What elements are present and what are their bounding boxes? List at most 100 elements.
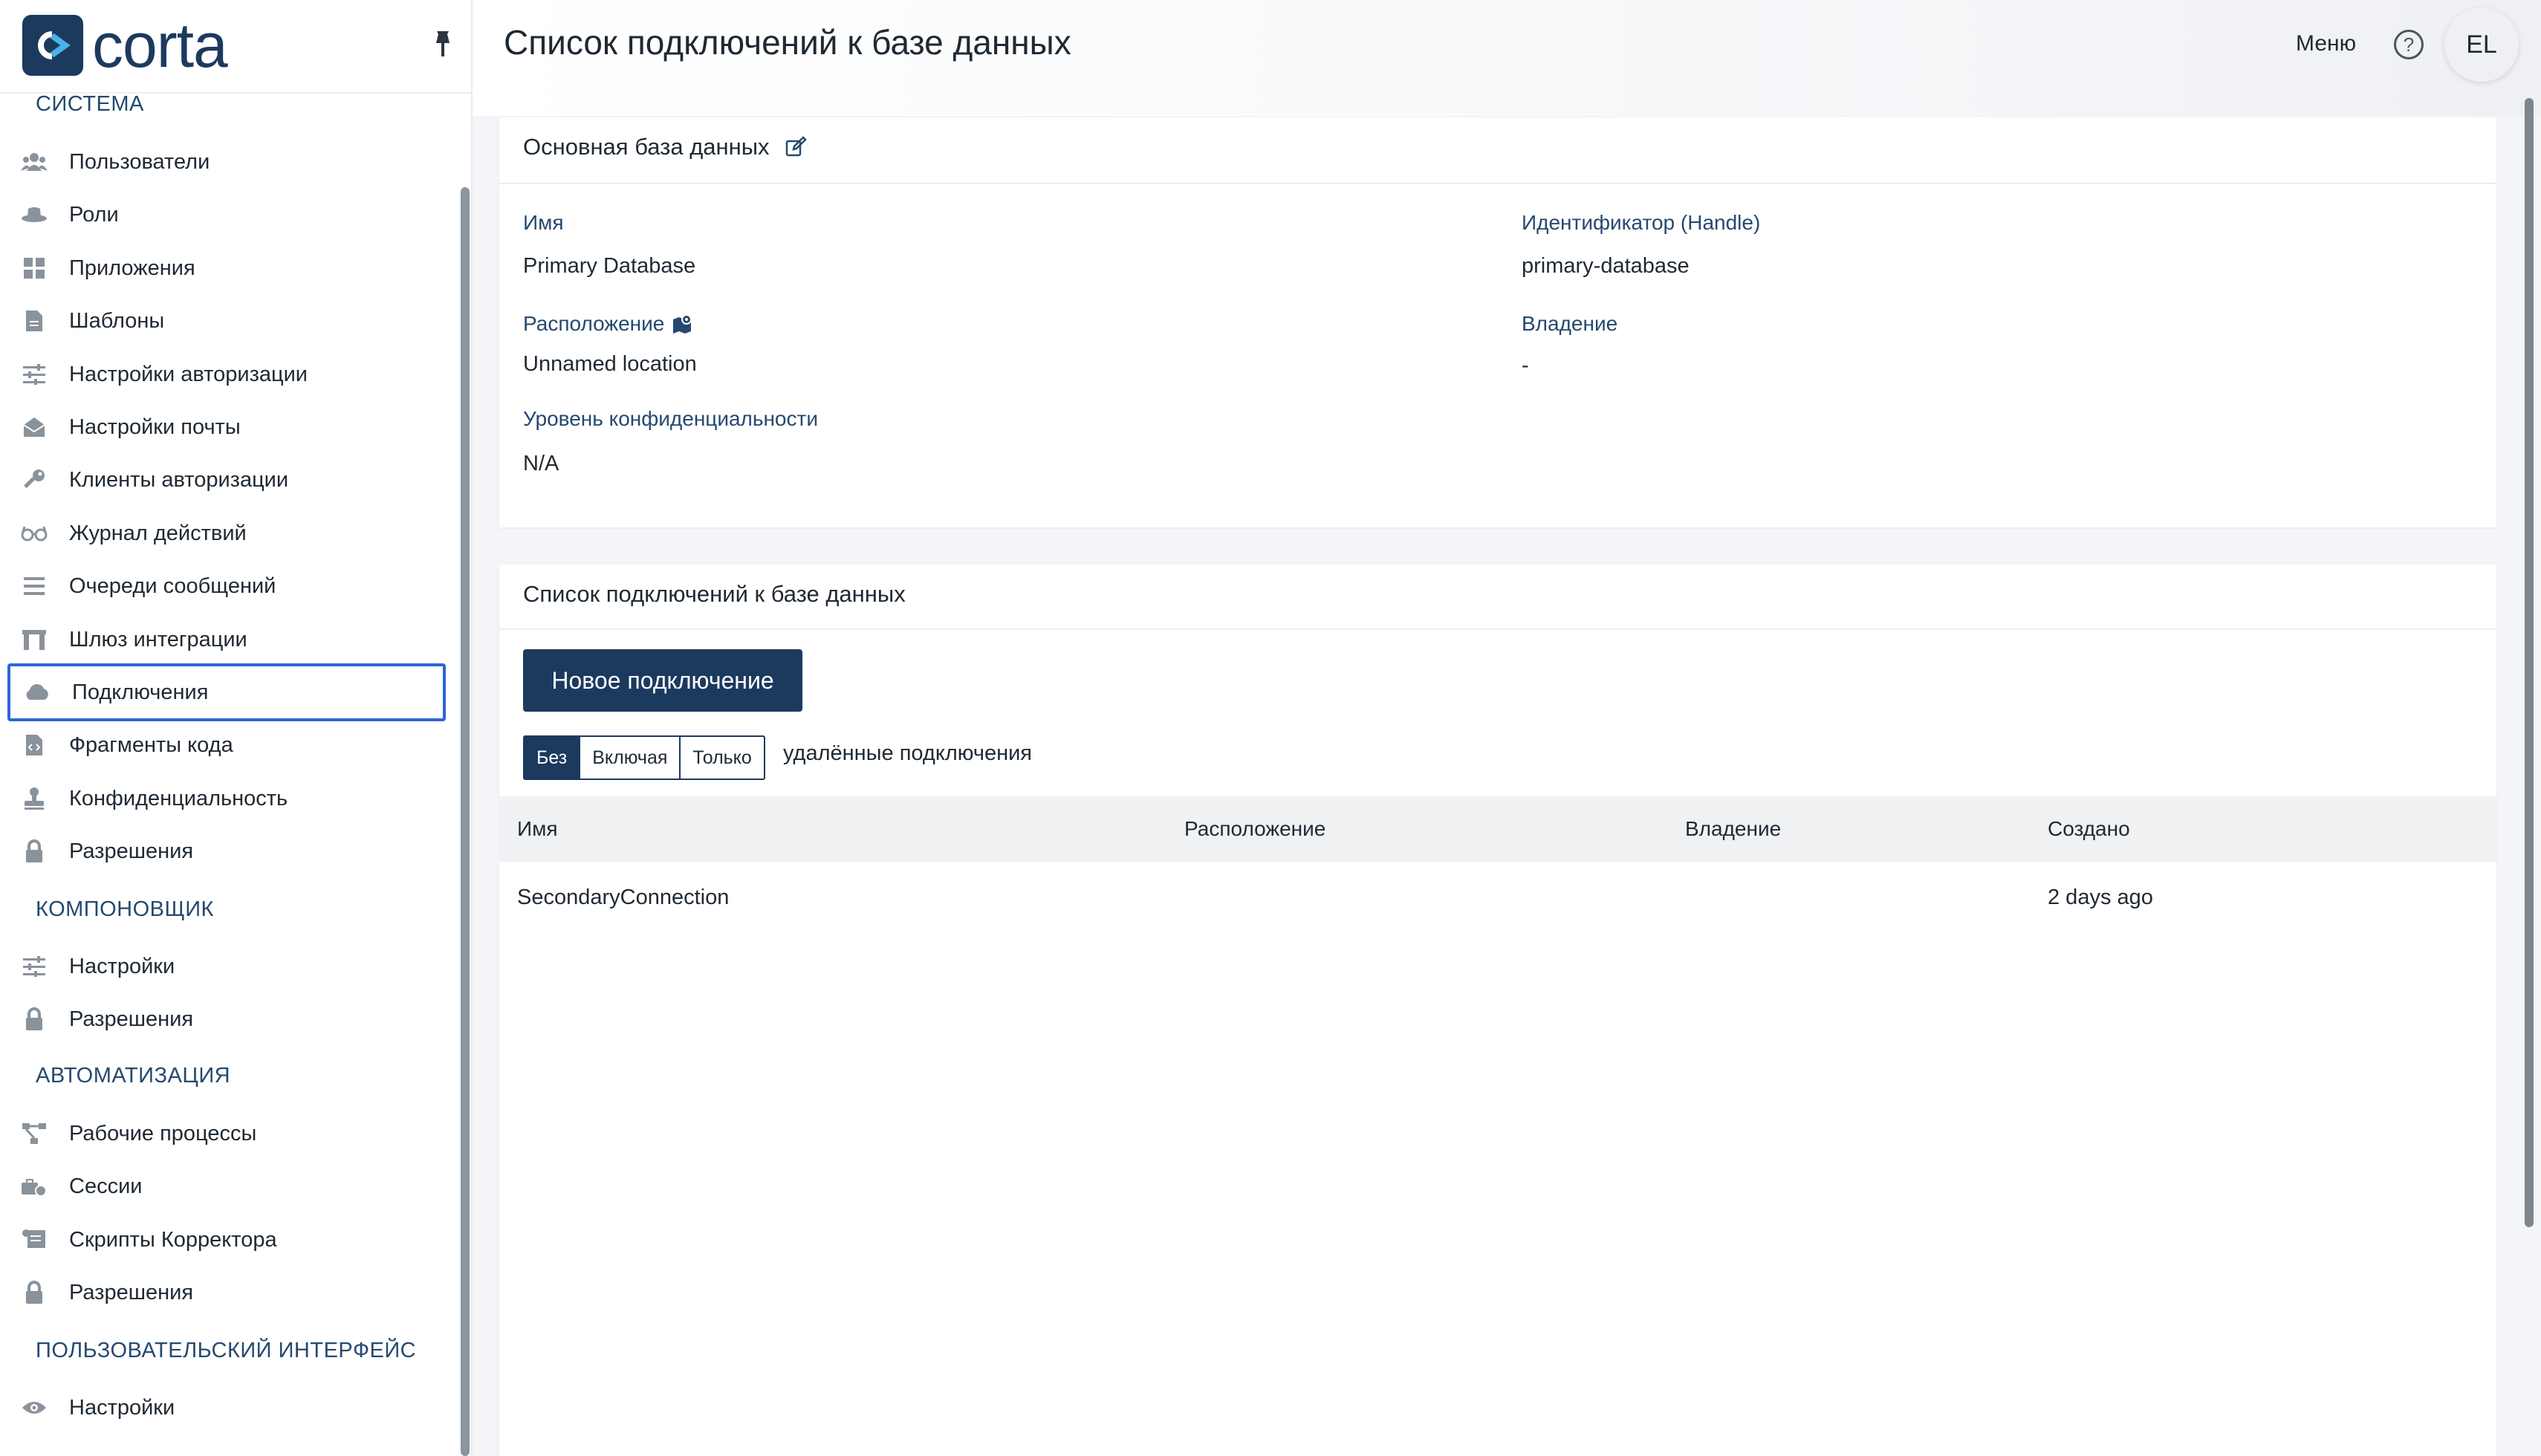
sidebar-item-gateway[interactable]: Шлюз интеграции [7, 611, 446, 669]
sidebar-item-list[interactable]: Очереди сообщений [7, 557, 446, 615]
pin-icon[interactable] [429, 30, 456, 59]
sidebar-item-grid[interactable]: Приложения [7, 239, 446, 297]
sensitivity-label: Уровень конфиденциальности [523, 407, 818, 430]
sidebar-item-lock[interactable]: Разрешения [7, 990, 446, 1048]
sidebar-item-label: Приложения [69, 256, 195, 280]
sidebar-item-sessions[interactable]: Сессии [7, 1157, 446, 1215]
card-divider [499, 628, 2496, 630]
sidebar-item-label: Настройки почты [69, 415, 241, 439]
sidebar-item-label: Шаблоны [69, 308, 165, 333]
filter-without[interactable]: Без [525, 737, 580, 779]
sidebar: corta СИСТЕМА Пользователи Роли Приложения Ш… [0, 0, 473, 1456]
location-value: Unnamed location [523, 352, 697, 376]
brand-logo[interactable]: corta [22, 10, 228, 80]
sidebar-item-label: Журнал действий [69, 521, 247, 545]
database-heading-text: Основная база данных [523, 134, 770, 160]
database-details-card: Основная база данных Имя Primary Databas… [499, 117, 2496, 527]
sidebar-item-label: Скрипты Корректора [69, 1227, 277, 1252]
sliders-icon [19, 360, 49, 389]
name-value: Primary Database [523, 254, 696, 278]
column-created[interactable]: Создано [2048, 817, 2130, 841]
envelope-open-icon [19, 412, 49, 442]
row-created: 2 days ago [2048, 885, 2153, 909]
sidebar-item-key[interactable]: Клиенты авторизации [7, 451, 446, 509]
connections-card: Список подключений к базе данных Новое п… [499, 565, 2496, 1456]
sidebar-item-file-template[interactable]: Шаблоны [7, 292, 446, 350]
users-icon [19, 147, 49, 177]
sidebar-item-lock[interactable]: Разрешения [7, 1264, 446, 1322]
column-name[interactable]: Имя [517, 817, 558, 841]
ownership-label: Владение [1522, 312, 1618, 335]
name-label: Имя [523, 211, 564, 234]
table-header: Имя Расположение Владение Создано [499, 796, 2496, 862]
sidebar-item-scroll[interactable]: Скрипты Корректора [7, 1211, 446, 1269]
sidebar-item-label: Пользователи [69, 149, 210, 174]
stamp-icon [19, 784, 49, 813]
section-heading: ПОЛЬЗОВАТЕЛЬСКИЙ ИНТЕРФЕЙС [36, 1339, 417, 1362]
sidebar-item-label: Подключения [72, 680, 209, 704]
avatar[interactable]: EL [2444, 7, 2519, 82]
sidebar-item-users[interactable]: Пользователи [7, 133, 446, 191]
row-name[interactable]: SecondaryConnection [517, 885, 729, 910]
sidebar-item-eye[interactable]: Настройки [7, 1379, 446, 1437]
sidebar-item-cloud[interactable]: Подключения [7, 663, 446, 721]
sidebar-item-file-code[interactable]: Фрагменты кода [7, 716, 446, 774]
filter-only[interactable]: Только [679, 737, 763, 779]
sidebar-item-label: Настройки [69, 954, 175, 978]
file-template-icon [19, 306, 49, 336]
sidebar-item-label: Клиенты авторизации [69, 467, 289, 492]
file-code-icon [19, 730, 49, 760]
card-divider [499, 183, 2496, 184]
map-icon[interactable] [672, 313, 697, 334]
edit-icon[interactable] [785, 136, 807, 158]
section-heading: АВТОМАТИЗАЦИЯ [36, 1064, 231, 1088]
sidebar-item-label: Сессии [69, 1174, 143, 1198]
handle-value: primary-database [1522, 254, 1690, 278]
scroll-icon [19, 1225, 49, 1255]
sidebar-item-label: Очереди сообщений [69, 573, 276, 598]
cloud-icon [22, 677, 52, 707]
menu-button[interactable]: Меню [2296, 31, 2356, 56]
sidebar-item-label: Настройки авторизации [69, 362, 308, 386]
section-heading: КОМПОНОВЩИК [36, 897, 214, 921]
lock-icon [19, 1004, 49, 1034]
sidebar-item-lock[interactable]: Разрешения [7, 822, 446, 880]
filter-including[interactable]: Включая [579, 737, 679, 779]
main-scrollbar[interactable] [2525, 98, 2534, 1227]
sidebar-item-label: Роли [69, 202, 119, 227]
sidebar-item-label: Разрешения [69, 1007, 194, 1031]
brand-name: corta [92, 10, 228, 80]
location-label: Расположение [523, 312, 697, 336]
sidebar-item-stamp[interactable]: Конфиденциальность [7, 770, 446, 828]
column-location[interactable]: Расположение [1184, 817, 1325, 841]
workflow-icon [19, 1119, 49, 1148]
ownership-value: - [1522, 354, 1529, 377]
sidebar-item-label: Шлюз интеграции [69, 627, 247, 651]
sensitivity-value: N/A [523, 452, 559, 475]
eye-icon [19, 1393, 49, 1423]
sidebar-scrollbar[interactable] [461, 187, 470, 1456]
column-ownership[interactable]: Владение [1685, 817, 1781, 841]
connections-heading: Список подключений к базе данных [523, 581, 906, 607]
hat-icon [19, 200, 49, 230]
location-label-text: Расположение [523, 312, 665, 335]
sidebar-item-label: Рабочие процессы [69, 1121, 257, 1145]
deleted-filter-toggle: Без Включая Только [523, 735, 765, 780]
gateway-icon [19, 625, 49, 654]
page-title: Список подключений к базе данных [504, 23, 1071, 62]
sidebar-item-label: Конфиденциальность [69, 786, 288, 810]
sidebar-item-workflow[interactable]: Рабочие процессы [7, 1105, 446, 1163]
sidebar-item-glasses[interactable]: Журнал действий [7, 504, 446, 562]
sidebar-item-envelope-open[interactable]: Настройки почты [7, 398, 446, 456]
corta-logo-icon [22, 15, 83, 76]
database-heading: Основная база данных [523, 134, 807, 160]
sidebar-item-sliders[interactable]: Настройки [7, 937, 446, 995]
new-connection-button[interactable]: Новое подключение [523, 649, 802, 712]
sidebar-item-hat[interactable]: Роли [7, 186, 446, 244]
help-icon[interactable]: ? [2394, 30, 2424, 59]
sliders-icon [19, 952, 49, 981]
lock-icon [19, 836, 49, 866]
sidebar-item-sliders[interactable]: Настройки авторизации [7, 345, 446, 403]
filter-suffix-label: удалённые подключения [783, 741, 1033, 765]
lock-icon [19, 1278, 49, 1307]
